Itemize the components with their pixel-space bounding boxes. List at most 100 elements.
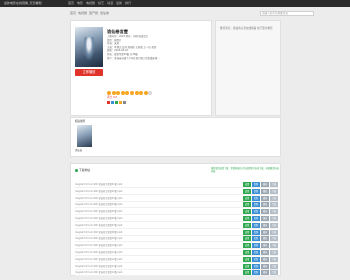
breadcrumb-item[interactable]: 国产剧 xyxy=(89,11,98,16)
download-action-button[interactable]: 复制 xyxy=(252,216,260,221)
download-action-button[interactable]: 复制 xyxy=(252,263,260,269)
more-share-icon[interactable] xyxy=(123,101,126,104)
download-action-button[interactable]: 播放 xyxy=(261,222,269,228)
play-button[interactable]: 立即播放 xyxy=(75,69,103,76)
download-action-button[interactable]: 下载 xyxy=(270,216,278,221)
download-link[interactable]: magnet:?xt=urn:btih:诡仙卷言壹第12集.mp4 xyxy=(75,258,225,261)
download-action-button[interactable]: 播放 xyxy=(261,256,269,262)
download-action-button[interactable]: 播放 xyxy=(261,182,269,187)
download-action-button[interactable]: 复制 xyxy=(252,202,260,208)
wechat-icon[interactable] xyxy=(115,101,118,104)
download-link[interactable]: magnet:?xt=urn:btih:诡仙卷言壹第06集.mp4 xyxy=(75,217,225,220)
download-action-button[interactable]: 迅雷 xyxy=(243,250,251,255)
movie-poster[interactable] xyxy=(75,27,103,67)
download-action-button[interactable]: 播放 xyxy=(261,263,269,269)
download-action-button[interactable]: 播放 xyxy=(261,188,269,194)
nav-item[interactable]: 排行 xyxy=(125,0,131,7)
nav-item[interactable]: 最新 xyxy=(116,0,122,7)
download-action-button[interactable]: 迅雷 xyxy=(243,229,251,235)
download-action-button[interactable]: 下载 xyxy=(270,182,278,187)
download-action-button[interactable]: 迅雷 xyxy=(243,202,251,208)
star-icon[interactable] xyxy=(143,91,148,95)
nav-item[interactable]: 电视剧 xyxy=(86,0,95,7)
download-action-button[interactable]: 播放 xyxy=(261,236,269,242)
star-icon[interactable] xyxy=(134,91,139,95)
breadcrumb-item[interactable]: 首页 xyxy=(70,11,76,16)
star-icon[interactable] xyxy=(148,91,153,95)
download-action-button[interactable]: 迅雷 xyxy=(243,188,251,194)
download-action-button[interactable]: 下载 xyxy=(270,270,278,276)
download-action-button[interactable]: 下载 xyxy=(270,250,278,255)
download-action-button[interactable]: 迅雷 xyxy=(243,195,251,201)
download-action-button[interactable]: 迅雷 xyxy=(243,243,251,249)
qq-icon[interactable] xyxy=(111,101,114,104)
download-action-button[interactable]: 下载 xyxy=(270,243,278,249)
download-action-button[interactable]: 播放 xyxy=(261,216,269,221)
download-action-button[interactable]: 迅雷 xyxy=(243,216,251,221)
download-link[interactable]: magnet:?xt=urn:btih:诡仙卷言壹第14集.mp4 xyxy=(75,271,225,274)
download-action-button[interactable]: 复制 xyxy=(252,229,260,235)
weibo-icon[interactable] xyxy=(107,101,110,104)
download-action-button[interactable]: 迅雷 xyxy=(243,270,251,276)
download-link[interactable]: magnet:?xt=urn:btih:诡仙卷言壹第08集.mp4 xyxy=(75,231,225,234)
star-icon[interactable] xyxy=(125,91,130,95)
nav-item[interactable]: 综艺 xyxy=(98,0,104,7)
download-action-button[interactable]: 迅雷 xyxy=(243,236,251,242)
download-link[interactable]: magnet:?xt=urn:btih:诡仙卷言壹第03集.mp4 xyxy=(75,197,225,200)
download-link[interactable]: magnet:?xt=urn:btih:诡仙卷言壹第13集.mp4 xyxy=(75,265,225,268)
download-action-button[interactable]: 复制 xyxy=(252,195,260,201)
download-action-button[interactable]: 迅雷 xyxy=(243,222,251,228)
download-action-button[interactable]: 下载 xyxy=(270,256,278,262)
download-action-button[interactable]: 播放 xyxy=(261,209,269,215)
download-action-button[interactable]: 迅雷 xyxy=(243,182,251,187)
star-icon[interactable] xyxy=(107,91,111,95)
related-item-name[interactable]: 诡仙卷 xyxy=(75,149,82,152)
download-action-button[interactable]: 复制 xyxy=(252,188,260,194)
download-action-button[interactable]: 复制 xyxy=(252,182,260,187)
download-action-button[interactable]: 下载 xyxy=(270,222,278,228)
nav-item[interactable]: 电影 xyxy=(77,0,83,7)
nav-item[interactable]: 动漫 xyxy=(107,0,113,7)
qzone-icon[interactable] xyxy=(119,101,122,104)
star-icon[interactable] xyxy=(116,91,121,95)
download-action-button[interactable]: 复制 xyxy=(252,250,260,255)
download-action-button[interactable]: 播放 xyxy=(261,243,269,249)
download-action-button[interactable]: 播放 xyxy=(261,250,269,255)
download-action-button[interactable]: 迅雷 xyxy=(243,256,251,262)
download-link[interactable]: magnet:?xt=urn:btih:诡仙卷言壹第11集.mp4 xyxy=(75,251,225,254)
download-link[interactable]: magnet:?xt=urn:btih:诡仙卷言壹第01集.mp4 xyxy=(75,183,225,186)
site-logo[interactable]: 最新电影在线观看_天天看剧 xyxy=(4,1,42,6)
download-link[interactable]: magnet:?xt=urn:btih:诡仙卷言壹第02集.mp4 xyxy=(75,190,225,193)
download-action-button[interactable]: 复制 xyxy=(252,256,260,262)
download-action-button[interactable]: 复制 xyxy=(252,222,260,228)
star-icon[interactable] xyxy=(111,91,116,95)
nav-item[interactable]: 首页 xyxy=(68,0,74,7)
download-action-button[interactable]: 复制 xyxy=(252,270,260,276)
download-action-button[interactable]: 迅雷 xyxy=(243,263,251,269)
download-action-button[interactable]: 播放 xyxy=(261,195,269,201)
download-action-button[interactable]: 播放 xyxy=(261,202,269,208)
star-icon[interactable] xyxy=(139,91,144,95)
download-action-button[interactable]: 复制 xyxy=(252,209,260,215)
download-link[interactable]: magnet:?xt=urn:btih:诡仙卷言壹第09集.mp4 xyxy=(75,237,225,240)
download-link[interactable]: magnet:?xt=urn:btih:诡仙卷言壹第07集.mp4 xyxy=(75,224,225,227)
download-action-button[interactable]: 播放 xyxy=(261,270,269,276)
download-action-button[interactable]: 下载 xyxy=(270,236,278,242)
download-action-button[interactable]: 下载 xyxy=(270,209,278,215)
download-action-button[interactable]: 下载 xyxy=(270,263,278,269)
star-icon[interactable] xyxy=(129,91,134,95)
related-thumbnail[interactable] xyxy=(77,125,92,147)
download-action-button[interactable]: 下载 xyxy=(270,195,278,201)
download-action-button[interactable]: 复制 xyxy=(252,243,260,249)
download-action-button[interactable]: 复制 xyxy=(252,236,260,242)
download-link[interactable]: magnet:?xt=urn:btih:诡仙卷言壹第04集.mp4 xyxy=(75,203,225,206)
download-action-button[interactable]: 下载 xyxy=(270,188,278,194)
download-action-button[interactable]: 下载 xyxy=(270,202,278,208)
download-action-button[interactable]: 迅雷 xyxy=(243,209,251,215)
download-link[interactable]: magnet:?xt=urn:btih:诡仙卷言壹第05集.mp4 xyxy=(75,210,225,213)
download-action-button[interactable]: 下载 xyxy=(270,229,278,235)
download-action-button[interactable]: 播放 xyxy=(261,229,269,235)
search-input[interactable]: 请输入影片名称或主演 xyxy=(260,11,314,16)
rating-stars[interactable] xyxy=(107,91,153,95)
download-link[interactable]: magnet:?xt=urn:btih:诡仙卷言壹第10集.mp4 xyxy=(75,244,225,247)
